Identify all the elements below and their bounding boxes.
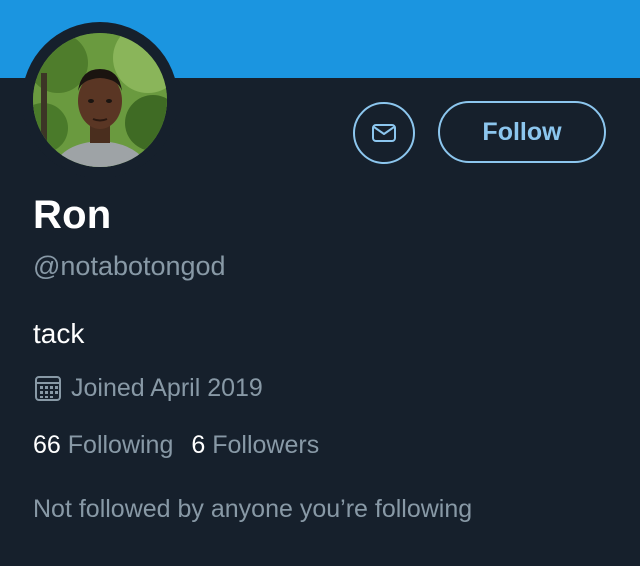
message-button[interactable] [353,102,415,164]
followed-by-text: Not followed by anyone you’re following [33,495,473,523]
profile-stats: 66 Following 6 Followers [33,431,319,460]
profile-bio: tack [33,318,85,349]
following-link[interactable]: 66 Following [33,431,173,459]
avatar-photo [33,33,167,167]
calendar-icon [35,376,61,401]
following-label: Following [67,431,174,459]
follow-button[interactable]: Follow [438,101,606,163]
followers-label: Followers [212,431,320,459]
envelope-icon [372,124,396,142]
profile-name: Ron [33,193,112,237]
following-count: 66 [33,431,61,459]
joined-date-text: Joined April 2019 [71,373,263,402]
joined-date: Joined April 2019 [33,373,263,403]
followers-link[interactable]: 6 Followers [191,431,319,459]
followers-count: 6 [191,431,206,459]
follow-button-label: Follow [482,117,562,146]
avatar[interactable] [33,33,167,167]
profile-handle: @notabotongod [33,251,226,281]
